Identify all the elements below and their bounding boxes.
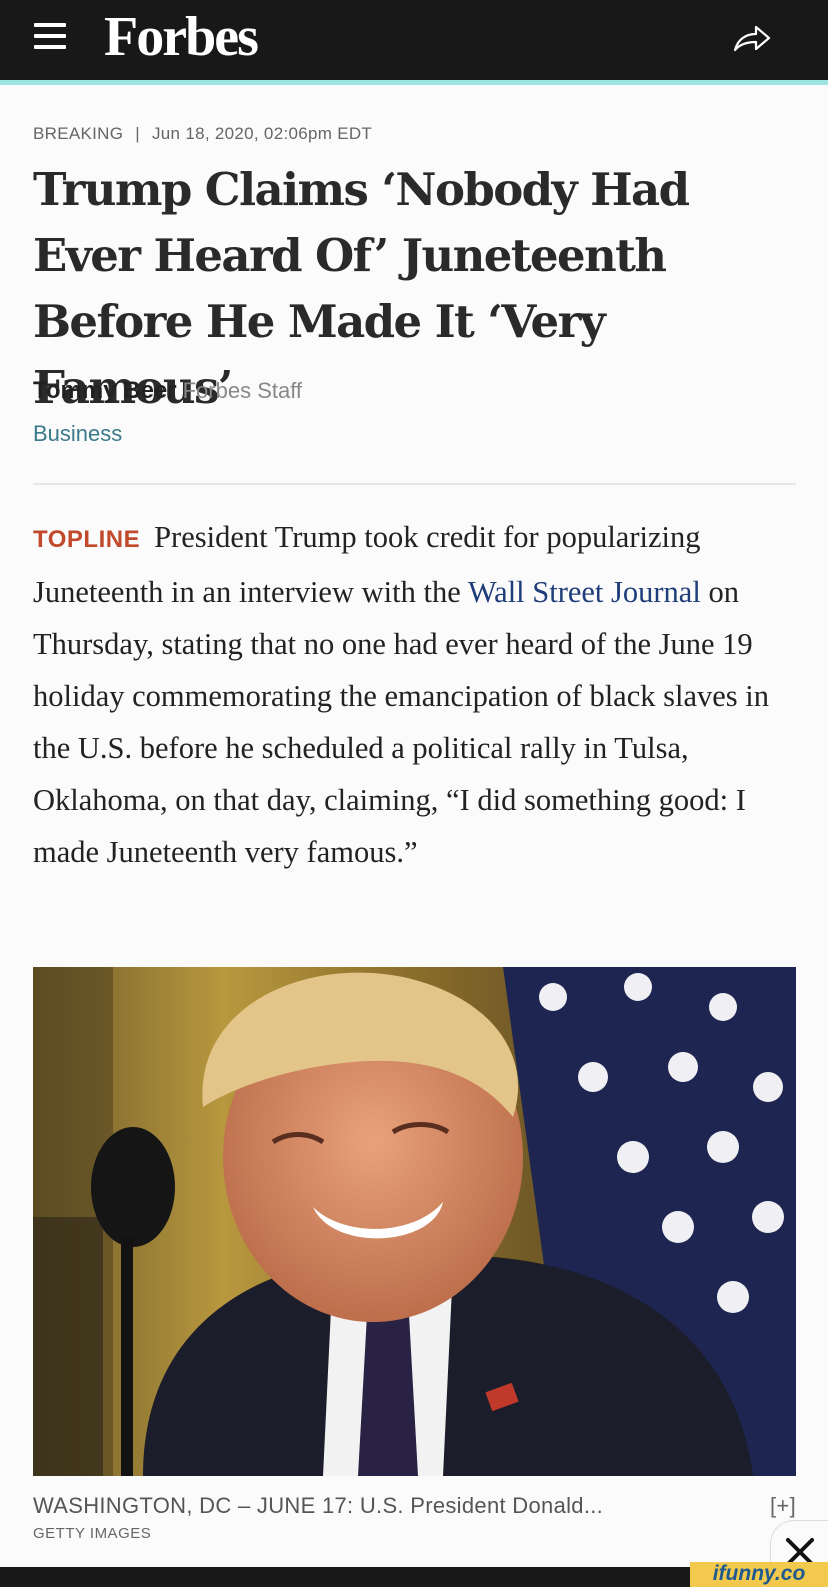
top-navigation-bar: Forbes: [0, 0, 828, 80]
share-arrow-icon[interactable]: [732, 20, 772, 58]
breaking-label: BREAKING: [33, 124, 124, 143]
section-link[interactable]: Business: [33, 421, 122, 447]
caption-text: WASHINGTON, DC – JUNE 17: U.S. President…: [33, 1493, 604, 1518]
author-role: Forbes Staff: [182, 378, 303, 403]
byline: Tommy Beer Forbes Staff: [33, 377, 302, 405]
caption-expand-button[interactable]: [+]: [770, 1493, 796, 1519]
header-accent-line: [0, 80, 828, 85]
photo-credit: GETTY IMAGES: [33, 1525, 152, 1542]
topline-text-after: on Thursday, stating that no one had eve…: [33, 575, 770, 869]
article-photo[interactable]: [33, 967, 796, 1476]
photo-caption: WASHINGTON, DC – JUNE 17: U.S. President…: [33, 1493, 796, 1519]
topline-label: TOPLINE: [33, 526, 141, 553]
ifunny-watermark: ifunny.co: [690, 1562, 828, 1587]
publish-date: Jun 18, 2020, 02:06pm EDT: [151, 124, 373, 143]
wsj-link[interactable]: Wall Street Journal: [468, 575, 701, 609]
divider: [33, 483, 796, 485]
hamburger-menu-icon[interactable]: [34, 22, 68, 50]
author-name[interactable]: Tommy Beer: [33, 377, 177, 404]
forbes-logo[interactable]: Forbes: [104, 2, 259, 72]
meta-separator: |: [135, 124, 140, 143]
topline-paragraph: TOPLINE President Trump took credit for p…: [33, 511, 805, 878]
article-meta: BREAKING | Jun 18, 2020, 02:06pm EDT: [33, 124, 372, 144]
